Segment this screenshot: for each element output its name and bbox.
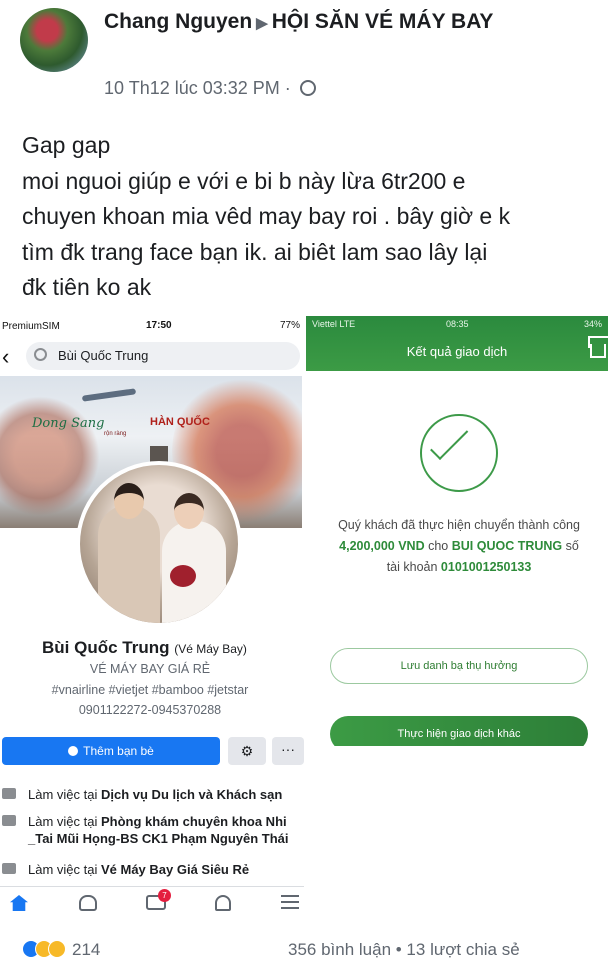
work-place[interactable]: Vé Máy Bay Giá Siêu Rẻ bbox=[101, 862, 249, 877]
battery-level: 34% bbox=[583, 319, 602, 329]
triangle-right-icon: ▶ bbox=[256, 15, 268, 32]
author-avatar[interactable] bbox=[20, 8, 88, 72]
photo-bride-head bbox=[174, 493, 204, 529]
facebook-profile-screenshot[interactable]: PremiumSIM 17:50 77% ‹ Bùi Quốc Trung Do… bbox=[0, 316, 304, 920]
profile-name: Bùi Quốc Trung (Vé Máy Bay) bbox=[42, 638, 247, 658]
ios-status-bar: PremiumSIM 17:50 77% bbox=[0, 316, 304, 336]
post-line: đk tiên ko ak bbox=[22, 274, 152, 300]
photo-groom-head bbox=[114, 483, 144, 519]
tab-menu[interactable] bbox=[281, 895, 303, 913]
checkmark-icon bbox=[430, 421, 469, 460]
bell-icon bbox=[215, 895, 231, 911]
new-transaction-button[interactable]: Thực hiện giao dịch khác bbox=[330, 716, 588, 746]
work-place[interactable]: Dịch vụ Du lịch và Khách sạn bbox=[101, 787, 282, 802]
add-person-icon bbox=[68, 746, 79, 756]
video-icon: 7 bbox=[146, 889, 171, 910]
post-author-line: Chang Nguyen ▶ HỘI SĂN VÉ MÁY BAY bbox=[104, 10, 493, 34]
globe-icon bbox=[299, 80, 316, 96]
transfer-success-message: Quý khách đã thực hiện chuyển thành công… bbox=[316, 515, 602, 578]
photo-bouquet bbox=[170, 565, 196, 587]
tab-watch[interactable]: 7 bbox=[146, 889, 171, 913]
post-line: tìm đk trang face bạn ik. ai biêt lam sa… bbox=[22, 238, 488, 265]
chevron-left-icon[interactable]: ‹ bbox=[2, 344, 9, 370]
work-prefix: Làm việc tại bbox=[28, 814, 101, 829]
status-time: 17:50 bbox=[146, 320, 172, 331]
account-prefix: tài khoản bbox=[386, 560, 441, 574]
message-line: Quý khách đã thực hiện chuyển thành công bbox=[338, 518, 580, 532]
account-number: 0101001250133 bbox=[440, 560, 532, 574]
fb-tab-bar: 7 bbox=[0, 886, 304, 920]
tab-home[interactable] bbox=[10, 895, 32, 913]
post-line: chuyen khoan mia vêd may bay roi . bây g… bbox=[22, 203, 511, 229]
notification-badge: 7 bbox=[158, 889, 171, 902]
page-title: Kết quả giao dịch bbox=[406, 344, 508, 359]
post-line: moi nguoi giúp e với e bi b này lừa 6tr2… bbox=[22, 167, 466, 194]
post-meta: 10 Th12 lúc 03:32 PM · bbox=[104, 78, 316, 99]
post-body: Gap gap moi nguoi giúp e với e bi b này … bbox=[22, 128, 602, 306]
fb-search-row: ‹ Bùi Quốc Trung bbox=[0, 340, 304, 374]
photo-groom bbox=[98, 505, 160, 623]
reactions-summary[interactable]: 214 bbox=[22, 940, 100, 960]
work-prefix: Làm việc tại bbox=[28, 787, 101, 802]
profile-nickname: (Vé Máy Bay) bbox=[174, 642, 247, 656]
cover-script-text: Dong Sang bbox=[32, 416, 105, 431]
bank-transfer-screenshot[interactable]: Viettel LTE 08:35 34% Kết quả giao dịch … bbox=[306, 316, 608, 746]
post-timestamp[interactable]: 10 Th12 lúc 03:32 PM bbox=[104, 78, 280, 98]
briefcase-icon bbox=[2, 788, 16, 799]
cover-tree-left bbox=[0, 396, 100, 516]
author-name-link[interactable]: Chang Nguyen bbox=[104, 10, 252, 33]
recipient-name: BUI QUOC TRUNG bbox=[451, 539, 563, 553]
profile-bio-line: 0901122272-0945370288 bbox=[78, 703, 222, 717]
work-prefix: Làm việc tại bbox=[28, 862, 101, 877]
for-text: cho bbox=[424, 539, 452, 553]
hamburger-menu-icon bbox=[281, 895, 299, 909]
home-icon bbox=[10, 895, 28, 911]
status-time: 08:35 bbox=[446, 319, 469, 329]
profile-bio-line: #vnairline #vietjet #bamboo #jetstar bbox=[51, 683, 249, 697]
transaction-header: Viettel LTE 08:35 34% Kết quả giao dịch bbox=[306, 316, 608, 371]
add-friend-button[interactable]: Thêm bạn bè bbox=[2, 737, 220, 765]
tab-notifications[interactable] bbox=[215, 895, 237, 913]
post-line: Gap gap bbox=[22, 132, 111, 158]
briefcase-icon bbox=[2, 863, 16, 874]
profile-picture[interactable] bbox=[76, 461, 242, 627]
more-icon: ··· bbox=[281, 741, 295, 757]
cover-brand-text: HÀN QUỐC bbox=[150, 416, 210, 428]
airplane-icon bbox=[81, 388, 137, 402]
cover-small-text: rộn ràng bbox=[104, 431, 127, 437]
group-name-link[interactable]: HỘI SĂN VÉ MÁY BAY bbox=[272, 10, 494, 33]
more-options-button[interactable]: ··· bbox=[272, 737, 304, 765]
transfer-amount: 4,200,000 VND bbox=[339, 539, 425, 553]
profile-name-text: Bùi Quốc Trung bbox=[42, 638, 170, 657]
home-icon[interactable] bbox=[590, 344, 606, 358]
save-beneficiary-button[interactable]: Lưu danh bạ thụ hưởng bbox=[330, 648, 588, 684]
friends-icon bbox=[79, 895, 97, 911]
carrier-label: Viettel LTE bbox=[312, 319, 356, 329]
meta-separator: · bbox=[284, 78, 291, 98]
message-line: tài khoản 0101001250133 bbox=[316, 557, 602, 578]
reaction-count: 214 bbox=[72, 940, 101, 959]
message-line: 4,200,000 VND cho BUI QUOC TRUNG số bbox=[316, 536, 602, 557]
carrier-label: PremiumSIM bbox=[2, 321, 60, 332]
fb-search-input[interactable]: Bùi Quốc Trung bbox=[26, 342, 300, 370]
tab-friends[interactable] bbox=[79, 895, 101, 913]
gear-icon: ⚙ bbox=[240, 743, 254, 759]
profile-bio-line: VÉ MÁY BAY GIÁ RẺ bbox=[89, 662, 211, 676]
gear-button[interactable]: ⚙ bbox=[228, 737, 266, 765]
so-text: số bbox=[562, 539, 579, 553]
success-check-icon bbox=[420, 414, 498, 492]
add-friend-label: Thêm bạn bè bbox=[83, 744, 154, 758]
search-icon bbox=[34, 348, 47, 361]
wow-reaction-icon bbox=[48, 940, 66, 958]
search-query: Bùi Quốc Trung bbox=[58, 348, 149, 363]
battery-level: 77% bbox=[279, 320, 300, 331]
briefcase-icon bbox=[2, 815, 16, 826]
comments-shares-count[interactable]: 356 bình luận • 13 lượt chia sẻ bbox=[288, 940, 520, 960]
